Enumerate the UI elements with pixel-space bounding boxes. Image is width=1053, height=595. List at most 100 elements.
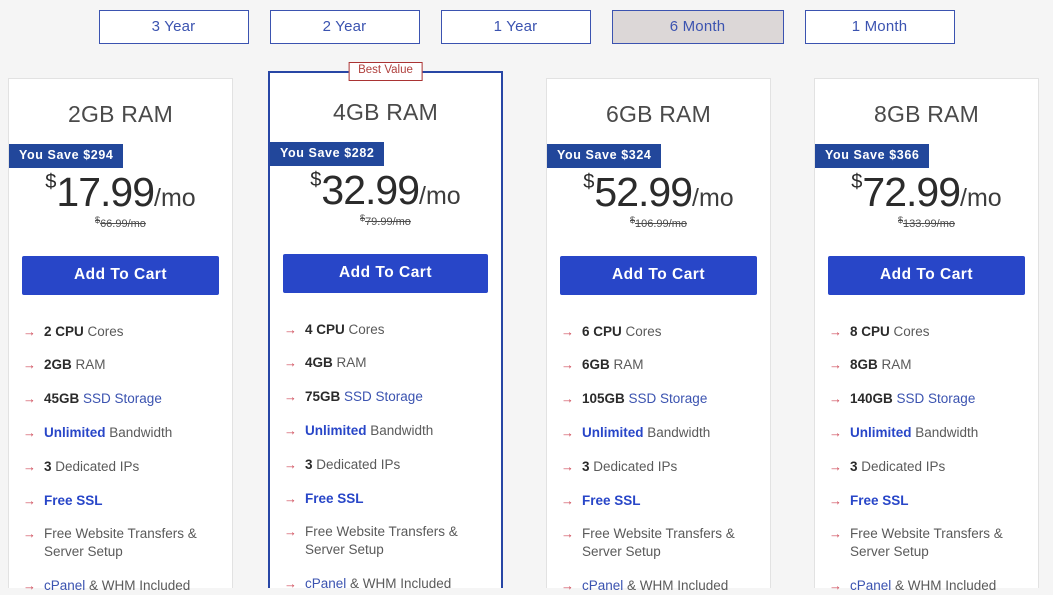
arrow-right-icon: → <box>829 492 842 509</box>
feature-rest: SSD Storage <box>79 391 162 406</box>
feature-highlight: 4GB <box>305 355 333 370</box>
arrow-right-icon: → <box>23 492 36 509</box>
plan-title: 2GB RAM <box>9 79 232 128</box>
feature-highlight: 105GB <box>582 391 625 406</box>
feature-rest: Bandwidth <box>644 425 711 440</box>
add-to-cart-button[interactable]: Add To Cart <box>560 256 757 295</box>
feature-item: →8GB RAM <box>829 356 1038 374</box>
feature-list: →6 CPU Cores→6GB RAM→105GB SSD Storage→U… <box>547 295 770 595</box>
feature-rest: Free Website Transfers & Server Setup <box>305 524 458 557</box>
feature-text: 2GB RAM <box>44 356 106 374</box>
feature-rest: Bandwidth <box>367 423 434 438</box>
current-price: $17.99/mo <box>45 172 195 213</box>
feature-item: →2GB RAM <box>23 356 232 374</box>
arrow-right-icon: → <box>561 424 574 441</box>
feature-text: cPanel & WHM Included <box>44 577 190 595</box>
price-period: /mo <box>419 182 461 210</box>
pricing-card: 2GB RAMYou Save $294$17.99/mo$66.99/moAd… <box>8 78 233 588</box>
term-tab-1-month[interactable]: 1 Month <box>805 10 955 44</box>
price-amount: 52.99 <box>594 169 692 215</box>
price-block: $52.99/mo $106.99/mo <box>547 168 770 230</box>
arrow-right-icon: → <box>561 356 574 373</box>
feature-text: Free Website Transfers & Server Setup <box>850 525 1038 561</box>
feature-text: 4 CPU Cores <box>305 321 385 339</box>
feature-item: →3 Dedicated IPs <box>829 458 1038 476</box>
add-to-cart-button[interactable]: Add To Cart <box>828 256 1025 295</box>
save-badge: You Save $366 <box>815 144 929 168</box>
original-price: $106.99/mo <box>547 215 770 230</box>
original-price-amount: 133.99/mo <box>903 218 955 230</box>
save-badge: You Save $294 <box>9 144 123 168</box>
price-amount: 32.99 <box>321 167 419 213</box>
arrow-right-icon: → <box>23 458 36 475</box>
feature-highlight: Unlimited <box>44 425 106 440</box>
feature-item: →Free Website Transfers & Server Setup <box>23 525 232 561</box>
pricing-page: 3 Year 2 Year 1 Year 6 Month 1 Month 2GB RAM… <box>0 0 1053 588</box>
feature-text: 140GB SSD Storage <box>850 390 975 408</box>
feature-text: Free SSL <box>850 492 909 510</box>
feature-highlight: 3 <box>850 459 858 474</box>
feature-rest: Cores <box>622 324 662 339</box>
feature-item: →105GB SSD Storage <box>561 390 770 408</box>
arrow-right-icon: → <box>829 525 842 542</box>
arrow-right-icon: → <box>561 577 574 594</box>
add-to-cart-button[interactable]: Add To Cart <box>22 256 219 295</box>
save-badge: You Save $282 <box>270 142 384 166</box>
plan-title: 6GB RAM <box>547 79 770 128</box>
feature-text: Free SSL <box>582 492 641 510</box>
arrow-right-icon: → <box>284 490 297 507</box>
feature-text: 2 CPU Cores <box>44 323 124 341</box>
feature-highlight: cPanel <box>44 578 85 593</box>
price-currency-symbol: $ <box>851 171 862 193</box>
feature-item: →cPanel & WHM Included <box>284 575 501 593</box>
original-price-amount: 79.99/mo <box>365 216 411 228</box>
feature-item: →140GB SSD Storage <box>829 390 1038 408</box>
arrow-right-icon: → <box>284 422 297 439</box>
term-tab-1-year[interactable]: 1 Year <box>441 10 591 44</box>
save-badge-row: You Save $294 <box>9 128 232 168</box>
term-tab-6-month[interactable]: 6 Month <box>612 10 784 44</box>
arrow-right-icon: → <box>284 523 297 540</box>
save-badge: You Save $324 <box>547 144 661 168</box>
feature-text: 45GB SSD Storage <box>44 390 162 408</box>
price-block: $32.99/mo$79.99/mo <box>270 166 501 228</box>
feature-rest: Dedicated IPs <box>313 457 401 472</box>
feature-rest: Bandwidth <box>106 425 173 440</box>
feature-item: →cPanel & WHM Included <box>23 577 232 595</box>
current-price: $32.99/mo <box>310 170 460 211</box>
arrow-right-icon: → <box>23 323 36 340</box>
pricing-cards: 2GB RAMYou Save $294$17.99/mo$66.99/moAd… <box>0 78 1053 588</box>
arrow-right-icon: → <box>829 577 842 594</box>
feature-highlight: 4 CPU <box>305 322 345 337</box>
feature-highlight: 3 <box>582 459 590 474</box>
feature-text: 8GB RAM <box>850 356 912 374</box>
feature-item: →Unlimited Bandwidth <box>284 422 501 440</box>
feature-text: cPanel & WHM Included <box>582 577 728 595</box>
term-tab-2-year[interactable]: 2 Year <box>270 10 420 44</box>
price-period: /mo <box>692 184 734 212</box>
feature-item: →Free SSL <box>284 490 501 508</box>
feature-item: →Unlimited Bandwidth <box>829 424 1038 442</box>
feature-rest: & WHM Included <box>85 578 190 593</box>
term-tab-3-year[interactable]: 3 Year <box>99 10 249 44</box>
pricing-card: 6GB RAM You Save $324 $52.99/mo $106.99/mo A… <box>546 78 771 588</box>
feature-rest: Dedicated IPs <box>52 459 140 474</box>
save-badge-row: You Save $282 <box>270 126 501 166</box>
arrow-right-icon: → <box>284 575 297 592</box>
arrow-right-icon: → <box>284 388 297 405</box>
arrow-right-icon: → <box>561 323 574 340</box>
arrow-right-icon: → <box>284 354 297 371</box>
pricing-card: Best Value4GB RAMYou Save $282$32.99/mo$… <box>268 71 503 588</box>
feature-rest: SSD Storage <box>340 389 423 404</box>
feature-item: →6 CPU Cores <box>561 323 770 341</box>
price-amount: 17.99 <box>56 169 154 215</box>
feature-item: →Free SSL <box>561 492 770 510</box>
add-to-cart-button[interactable]: Add To Cart <box>283 254 488 293</box>
feature-text: cPanel & WHM Included <box>850 577 996 595</box>
feature-text: Free Website Transfers & Server Setup <box>582 525 770 561</box>
feature-text: 75GB SSD Storage <box>305 388 423 406</box>
feature-rest: RAM <box>610 357 644 372</box>
current-price: $52.99/mo <box>583 172 733 213</box>
feature-rest: Dedicated IPs <box>858 459 946 474</box>
feature-list: → 2 CPU Cores →2GB RAM → 45GB SSD Storage → Un… <box>9 295 232 595</box>
